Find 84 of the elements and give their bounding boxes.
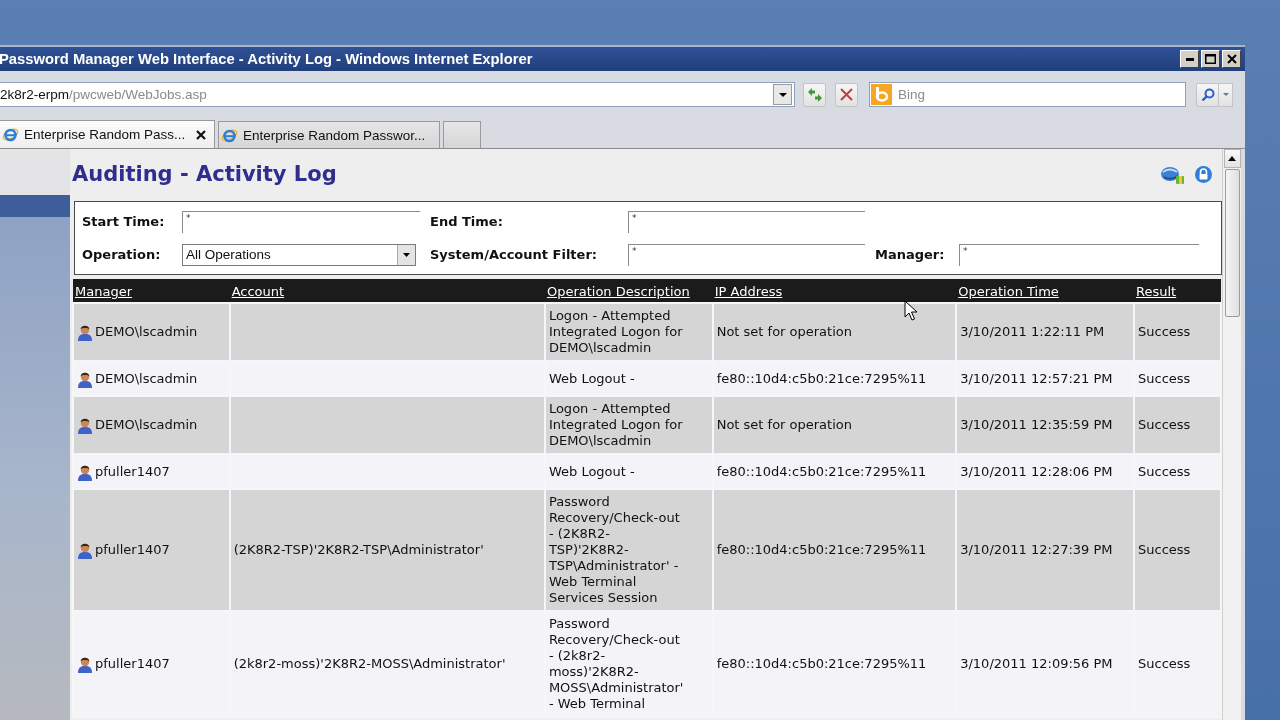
table-cell: Success <box>1134 303 1221 361</box>
lock-button[interactable] <box>1195 165 1212 183</box>
column-sort-link[interactable]: Operation Description <box>546 284 690 299</box>
filter-label: Start Time: <box>82 214 166 229</box>
table-cell: (2k8r2-moss)'2K8R2-MOSS\Administrator' <box>229 611 545 717</box>
column-sort-link[interactable]: Operation Time <box>958 284 1059 299</box>
column-sort-link[interactable]: IP Address <box>714 284 783 299</box>
table-cell: Web Logout - <box>544 454 713 489</box>
dropdown-field[interactable]: All Operations <box>182 243 416 266</box>
browser-tab[interactable]: Enterprise Random Pass... <box>0 120 215 148</box>
table-cell: 3/10/2011 12:57:21 PM <box>956 361 1135 396</box>
caret-icon <box>1222 93 1229 96</box>
table-cell: Logon - Attempted Integrated Logon for DEMO\lscadmin <box>544 303 713 361</box>
refresh-button[interactable] <box>803 82 826 107</box>
manager-name: DEMO\lscadmin <box>95 324 198 340</box>
stop-icon <box>840 88 853 101</box>
close-icon <box>196 129 206 140</box>
search-icon <box>1200 87 1215 102</box>
table-cell: 3/10/2011 12:35:59 PM <box>956 396 1135 454</box>
table-cell: 3/10/2011 12:27:39 PM <box>956 489 1135 611</box>
browser-icon <box>2 126 19 143</box>
table-cell: Password Recovery/Check-out - (2K8R2-TSP)'2K8R2-TSP\Administrator' - Web Terminal Services Session <box>544 489 713 611</box>
filter-label: Operation: <box>82 247 162 262</box>
table-cell: Not set for operation <box>712 303 957 361</box>
table-cell: fe80::10d4:c5b0:21ce:7295%11 <box>712 611 957 717</box>
lock-icon <box>1195 165 1212 183</box>
user-icon <box>77 323 93 341</box>
table-cell: 3/10/2011 12:09:56 PM <box>956 611 1135 717</box>
address-text: 2k8r2-erpm/pwcweb/WebJobs.asp <box>0 87 207 102</box>
table-cell: Success <box>1134 396 1221 454</box>
scroll-up-button[interactable] <box>1223 149 1241 168</box>
up-arrow-icon <box>1228 156 1236 161</box>
table-cell: fe80::10d4:c5b0:21ce:7295%11 <box>712 361 957 396</box>
network-button[interactable] <box>1160 164 1185 184</box>
manager-name: pfuller1407 <box>95 463 170 480</box>
table-cell: Web Logout - <box>544 361 713 396</box>
column-sort-link[interactable]: Account <box>231 284 285 299</box>
search-button[interactable] <box>1196 82 1219 107</box>
network-icon <box>1160 164 1185 184</box>
window-title: Password Manager Web Interface - Activity Log - Windows Internet Explorer <box>0 51 533 67</box>
browser-tab[interactable]: Enterprise Random Passwor... <box>218 121 440 148</box>
text-field[interactable]: * <box>959 243 1199 266</box>
minimize-icon <box>1185 57 1194 61</box>
user-icon <box>77 655 93 673</box>
scrollbar-thumb[interactable] <box>1224 169 1240 317</box>
manager-name: pfuller1407 <box>95 656 170 672</box>
table-cell: Success <box>1134 361 1221 396</box>
filter-label: End Time: <box>430 214 504 229</box>
table-cell: fe80::10d4:c5b0:21ce:7295%11 <box>712 454 957 489</box>
filter-label: System/Account Filter: <box>430 247 598 262</box>
manager-name: pfuller1407 <box>95 542 170 558</box>
address-field[interactable]: 2k8r2-erpm/pwcweb/WebJobs.asp <box>0 82 795 107</box>
text-field[interactable]: * <box>628 210 865 233</box>
user-icon <box>77 416 93 434</box>
maximize-button[interactable] <box>1201 50 1220 68</box>
table-cell: Success <box>1134 454 1221 489</box>
manager-name: DEMO\lscadmin <box>95 417 198 433</box>
search-provider-icon <box>871 84 892 105</box>
text-field[interactable]: * <box>628 243 865 266</box>
filter-label: Manager: <box>875 247 946 262</box>
column-sort-link[interactable]: Result <box>1136 284 1177 299</box>
table-cell: Not set for operation <box>712 396 957 454</box>
table-cell: 3/10/2011 12:28:06 PM <box>956 454 1135 489</box>
page-title: Auditing - Activity Log <box>72 162 337 186</box>
stop-button[interactable] <box>835 82 858 107</box>
tab-close-button[interactable] <box>194 127 208 142</box>
table-cell: (2K8R2-TSP)'2K8R2-TSP\Administrator' <box>229 489 545 611</box>
column-sort-link[interactable]: Manager <box>75 284 132 299</box>
table-cell: Logon - Attempted Integrated Logon for DEMO\lscadmin <box>544 396 713 454</box>
manager-name: DEMO\lscadmin <box>95 370 198 387</box>
close-icon <box>1226 54 1237 64</box>
address-dropdown-button[interactable] <box>773 84 792 105</box>
minimize-button[interactable] <box>1180 50 1199 68</box>
table-cell: Success <box>1134 489 1221 611</box>
table-cell: Password Recovery/Check-out - (2k8r2-moss)'2K8R2-MOSS\Administrator' - Web Terminal <box>544 611 713 717</box>
table-cell: fe80::10d4:c5b0:21ce:7295%11 <box>712 489 957 611</box>
close-button[interactable] <box>1222 50 1241 68</box>
table-cell: Success <box>1134 611 1221 717</box>
caret-icon <box>778 92 787 97</box>
text-field[interactable]: * <box>182 210 420 233</box>
table-cell: 3/10/2011 1:22:11 PM <box>956 303 1135 361</box>
user-icon <box>77 541 93 559</box>
maximize-icon <box>1205 54 1216 64</box>
arrows-icon <box>806 87 823 102</box>
